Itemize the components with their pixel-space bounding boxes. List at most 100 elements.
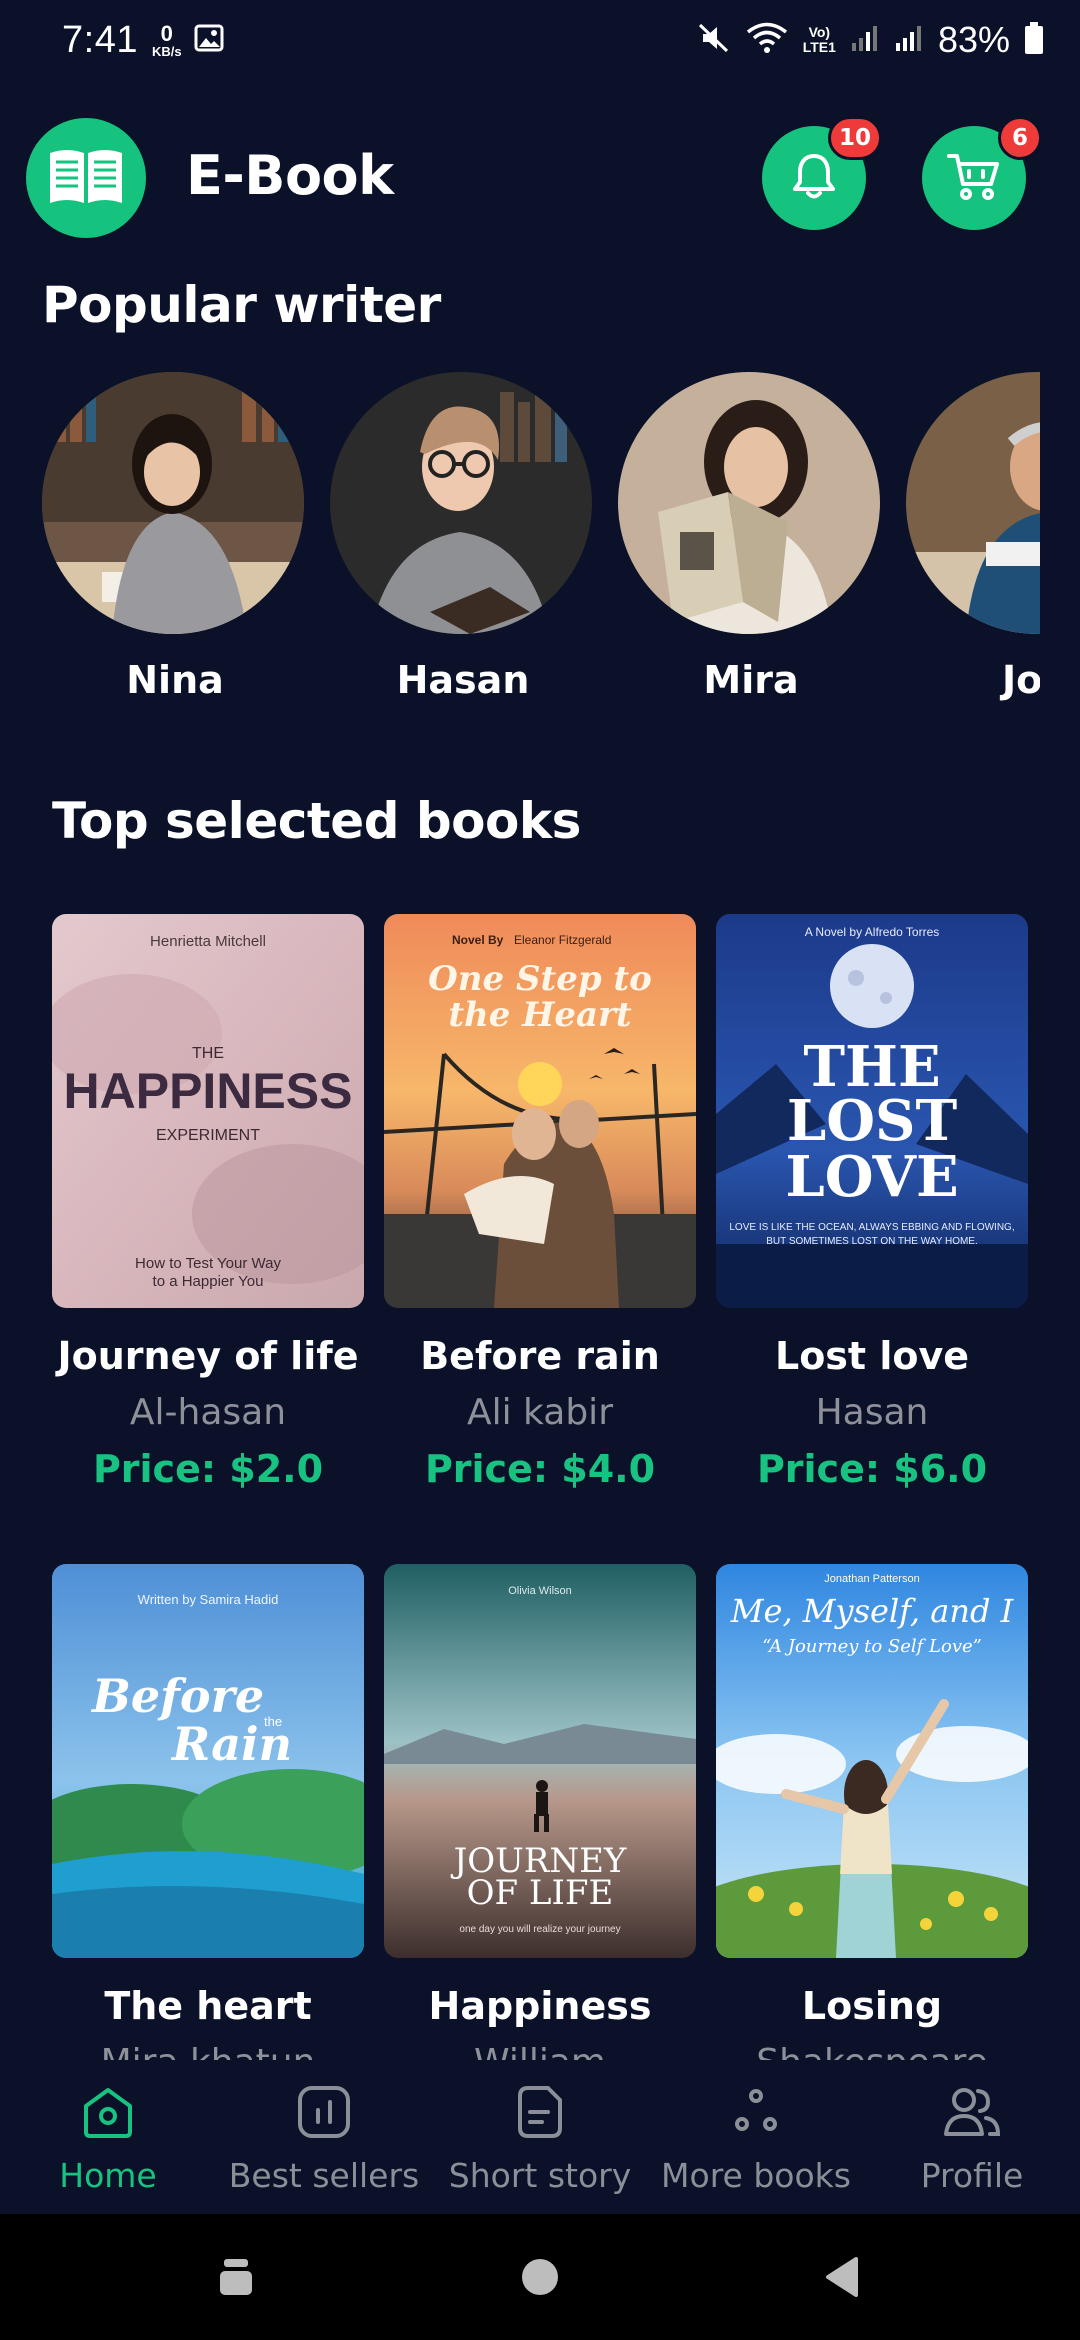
cover-text-1: Me, Myself, and I <box>730 1592 1015 1630</box>
status-time: 7:41 <box>62 18 138 61</box>
book-title: The heart <box>104 1984 312 2028</box>
gallery-notification-icon <box>194 23 224 58</box>
nav-label: More books <box>661 2156 851 2195</box>
recent-apps-icon <box>220 2259 252 2295</box>
book-card[interactable]: Jonathan Patterson Me, Myself, and I “A … <box>716 1564 1028 2060</box>
book-title: Losing <box>801 1984 943 2028</box>
book-author: Hasan <box>815 1392 929 1433</box>
home-circle-icon <box>522 2259 558 2295</box>
book-author: Shakespeare <box>716 2042 1028 2060</box>
nav-best-sellers[interactable]: Best sellers <box>216 2062 432 2214</box>
book-title: Happiness <box>428 1984 652 2028</box>
cover-text-1: Novel By <box>452 933 504 947</box>
home-system-button[interactable] <box>506 2214 574 2340</box>
nav-more-books[interactable]: More books <box>648 2062 864 2214</box>
book-author: Al-hasan <box>129 1392 287 1433</box>
writers-carousel[interactable]: Nina Hasan Mira Jo <box>0 372 1040 722</box>
writer-avatar <box>618 372 880 634</box>
nav-label: Short story <box>448 2156 632 2195</box>
cover-text-author: Written by Samira Hadid <box>138 1592 279 1607</box>
writer-name: Jo <box>1002 658 1040 702</box>
book-card[interactable]: A Novel by Alfredo Torres THE LOST LOVE … <box>716 914 1028 1491</box>
book-title: Journey of life <box>57 1334 359 1378</box>
bar-chart-icon <box>298 2086 350 2138</box>
book-cover: Written by Samira Hadid Before the Rain <box>52 1564 364 1958</box>
cover-text-2: “A Journey to Self Love” <box>762 1636 982 1657</box>
writer-card-hasan[interactable]: Hasan <box>330 372 596 722</box>
popular-writer-title: Popular writer <box>42 276 441 334</box>
book-cover: Jonathan Patterson Me, Myself, and I “A … <box>716 1564 1028 1958</box>
writer-name: Mira <box>703 658 799 702</box>
nav-label: Best sellers <box>228 2156 420 2195</box>
book-cover: Olivia Wilson JOURNEY OF LIFE one day yo… <box>384 1564 696 1958</box>
lte-line-1: Vo) <box>808 24 831 41</box>
nav-short-story[interactable]: Short story <box>432 2062 648 2214</box>
cover-text-4: LOVE IS LIKE THE OCEAN, ALWAYS EBBING AN… <box>729 1222 1014 1233</box>
back-button[interactable] <box>812 2214 872 2340</box>
mute-icon <box>697 21 731 60</box>
open-book-icon <box>47 145 125 211</box>
bottom-navigation: Home Best sellers Short story More books <box>0 2062 1080 2214</box>
lte-indicator: Vo) LTE1 <box>803 25 836 54</box>
battery-percent: 83% <box>937 19 1010 60</box>
book-author: Mira khatun <box>52 2042 364 2060</box>
cover-text-1: Before <box>90 1669 264 1723</box>
cover-text-3: Rain <box>170 1717 292 1771</box>
document-icon <box>518 2086 562 2138</box>
cover-text-author: Eleanor Fitzgerald <box>514 933 611 947</box>
cover-text-3: LOVE <box>785 1144 958 1210</box>
cart-badge: 6 <box>998 116 1042 160</box>
cover-text-5: BUT SOMETIMES LOST ON THE WAY HOME. <box>766 1236 978 1247</box>
system-navigation-bar <box>0 2214 1080 2340</box>
book-price: Price: $2.0 <box>92 1447 324 1491</box>
cover-text-author: Olivia Wilson <box>508 1585 572 1597</box>
cover-text-author: A Novel by Alfredo Torres <box>805 925 940 939</box>
writer-card-mira[interactable]: Mira <box>618 372 884 722</box>
book-cover: Novel By Eleanor Fitzgerald One Step to … <box>384 914 696 1308</box>
cover-text-4: How to Test Your Way <box>135 1255 281 1272</box>
book-card[interactable]: Henrietta Mitchell THE HAPPINESS EXPERIM… <box>52 914 364 1491</box>
status-bar: 7:41 0 KB/s Vo) LTE1 83% <box>0 0 1080 80</box>
book-card[interactable]: Written by Samira Hadid Before the Rain … <box>52 1564 364 2060</box>
book-card[interactable]: Novel By Eleanor Fitzgerald One Step to … <box>384 914 696 1491</box>
lte-line-2: LTE1 <box>802 39 836 55</box>
book-card[interactable]: Olivia Wilson JOURNEY OF LIFE one day yo… <box>384 1564 696 2060</box>
signal-icon-sim2 <box>894 23 924 58</box>
recent-apps-button[interactable] <box>206 2214 266 2340</box>
writer-card-nina[interactable]: Nina <box>42 372 308 722</box>
top-selected-books-title: Top selected books <box>52 792 581 850</box>
writer-name: Nina <box>126 658 224 702</box>
cart-button[interactable]: 6 <box>922 116 1042 230</box>
book-price: Price: $4.0 <box>424 1447 656 1491</box>
nav-home[interactable]: Home <box>0 2062 216 2214</box>
book-title: Before rain <box>420 1334 660 1378</box>
users-icon <box>944 2088 1001 2136</box>
dots-icon <box>735 2089 777 2131</box>
cart-icon <box>945 148 1003 208</box>
network-speed: 0 KB/s <box>151 22 182 59</box>
writer-avatar <box>906 372 1040 634</box>
cover-text-5: to a Happier You <box>153 1273 264 1290</box>
books-grid[interactable]: Henrietta Mitchell THE HAPPINESS EXPERIM… <box>0 900 1080 2060</box>
book-cover: Henrietta Mitchell THE HAPPINESS EXPERIM… <box>52 914 364 1308</box>
network-speed-unit: KB/s <box>151 43 182 59</box>
cover-text-2: HAPPINESS <box>64 1063 353 1119</box>
nav-profile[interactable]: Profile <box>864 2062 1080 2214</box>
app-title: E-Book <box>186 144 394 207</box>
home-icon <box>84 2088 132 2138</box>
notifications-button[interactable]: 10 <box>762 116 882 230</box>
wifi-icon <box>745 21 789 60</box>
nav-label: Profile <box>920 2156 1024 2195</box>
cover-text-3: one day you will realize your journey <box>459 1924 620 1935</box>
cover-text-3: EXPERIMENT <box>156 1127 260 1144</box>
writer-name: Hasan <box>396 658 530 702</box>
writer-avatar <box>330 372 592 634</box>
writer-avatar <box>42 372 304 634</box>
book-title: Lost love <box>774 1334 969 1378</box>
writer-card-jo[interactable]: Jo <box>906 372 1040 722</box>
cover-text-1: THE <box>192 1045 224 1062</box>
notifications-badge: 10 <box>827 116 882 160</box>
app-logo <box>26 118 146 238</box>
book-author: Ali kabir <box>466 1392 613 1433</box>
book-price: Price: $6.0 <box>756 1447 988 1491</box>
